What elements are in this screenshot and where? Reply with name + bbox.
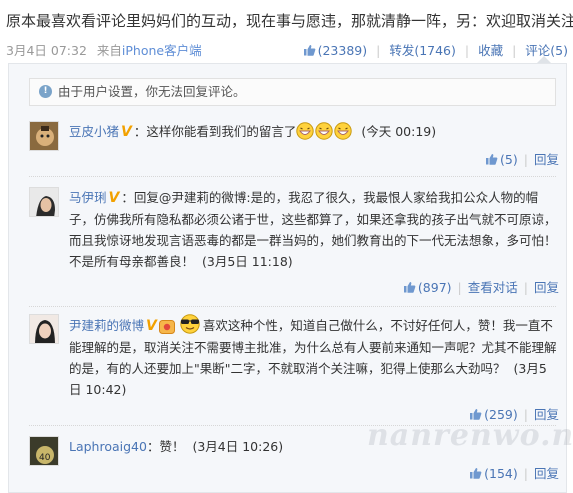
verified-badge-icon: V (146, 318, 157, 334)
comment-reply-link[interactable]: 回复 (534, 466, 559, 481)
member-badge-icon (158, 320, 175, 334)
separator: | (523, 280, 528, 295)
separator: | (512, 43, 517, 58)
comment-like-button[interactable]: (154) (469, 466, 518, 481)
post-text: 原本最喜欢看评论里妈妈们的互动，现在事与愿违，那就清静一阵，另：欢迎取消关注！ (6, 12, 573, 30)
post-meta: 3月4日 07:32 来自iPhone客户端 (23389) | 转发(1746… (6, 38, 568, 58)
avatar[interactable] (29, 187, 59, 217)
from-prefix: 来自 (96, 43, 122, 58)
divider (29, 176, 556, 177)
laughing-face-icon (334, 122, 353, 140)
comment-actions: (5) | 回复 (485, 149, 559, 168)
client-link[interactable]: iPhone客户端 (122, 43, 202, 58)
post-like-count: (23389) (317, 43, 368, 58)
cool-face-icon (180, 314, 200, 334)
avatar[interactable] (29, 314, 59, 344)
comment-reply-link[interactable]: 回复 (534, 152, 559, 167)
avatar[interactable] (29, 121, 59, 151)
comment-actions: (897) | 查看对话 | 回复 (403, 277, 559, 296)
comment-item: 尹建莉的微博 V 喜欢这种个性，知道自己做什么，不讨好任何人，赞！我一直不能理解的是… (29, 314, 559, 424)
separator: | (457, 280, 462, 295)
separator: | (523, 466, 528, 481)
thumbs-up-icon (470, 468, 482, 479)
post-date[interactable]: 3月4日 07:32 (6, 43, 87, 58)
thumbs-up-icon (486, 154, 498, 165)
post-actions: (23389) | 转发(1746) | 收藏 | 评论(5) (303, 40, 568, 59)
view-dialog-link[interactable]: 查看对话 (468, 280, 518, 295)
lock-icon: ! (39, 85, 52, 98)
comment-reply-link[interactable]: 回复 (534, 280, 559, 295)
site-watermark: nanrenwo.net (367, 418, 573, 453)
laughing-face-icon (296, 122, 315, 140)
thumbs-up-icon (303, 45, 315, 56)
post-source: 3月4日 07:32 来自iPhone客户端 (6, 40, 202, 59)
comment-text: ：这样你能看到我们的留言了 (133, 124, 297, 139)
comment-text: ：回复@尹建莉的微博:是的，我忍了很久，我最恨人家给我扣公众人物的帽子，仿佛我所… (69, 190, 557, 269)
comment-body: 马伊琍 V ：回复@尹建莉的微博:是的，我忍了很久，我最恨人家给我扣公众人物的帽子，… (69, 187, 559, 272)
favorite-link[interactable]: 收藏 (478, 43, 503, 58)
comment-like-button[interactable]: (5) (485, 152, 518, 167)
notice-text: 由于用户设置，你无法回复评论。 (58, 84, 246, 99)
comment-body: 尹建莉的微博 V 喜欢这种个性，知道自己做什么，不讨好任何人，赞！我一直不能理解的是… (69, 314, 559, 400)
comment-text: ：赞！ (146, 439, 185, 454)
comment-panel-caret (537, 56, 551, 63)
verified-badge-icon: V (121, 124, 132, 140)
separator: | (376, 43, 381, 58)
comment-username[interactable]: 豆皮小猪 (69, 124, 119, 139)
comment-like-count: (897) (417, 280, 452, 295)
thumbs-up-icon (403, 282, 416, 293)
divider (29, 306, 556, 307)
laughing-face-icon (315, 122, 334, 140)
repost-link[interactable]: 转发(1746) (389, 43, 456, 58)
comment-body: 豆皮小猪 V ：这样你能看到我们的留言了 (今天 00:19) (69, 121, 559, 143)
separator: | (464, 43, 470, 58)
comment-username[interactable]: 马伊琍 (69, 190, 107, 205)
separator: | (523, 152, 528, 167)
comment-item: 马伊琍 V ：回复@尹建莉的微博:是的，我忍了很久，我最恨人家给我扣公众人物的帽子，… (29, 187, 559, 297)
comment-time: (3月5日 11:18) (202, 254, 293, 269)
comment-like-count: (154) (484, 466, 518, 481)
verified-badge-icon: V (108, 190, 120, 206)
avatar[interactable]: 40 (29, 436, 59, 466)
comment-like-count: (5) (500, 152, 518, 167)
comment-item: 豆皮小猪 V ：这样你能看到我们的留言了 (今天 00:19) (5) | 回复 (29, 121, 559, 167)
comment-username[interactable]: 尹建莉的微博 (69, 318, 144, 333)
svg-text:40: 40 (39, 453, 51, 463)
comment-like-button[interactable]: (897) (403, 280, 452, 295)
comment-time: (今天 00:19) (361, 124, 437, 139)
comment-actions: (154) | 回复 (469, 463, 559, 482)
post-like-button[interactable]: (23389) (303, 43, 372, 58)
reply-restriction-notice: ! 由于用户设置，你无法回复评论。 (29, 78, 556, 106)
comment-time: (3月4日 10:26) (192, 439, 284, 454)
comment-username[interactable]: Laphroaig40 (69, 439, 147, 454)
